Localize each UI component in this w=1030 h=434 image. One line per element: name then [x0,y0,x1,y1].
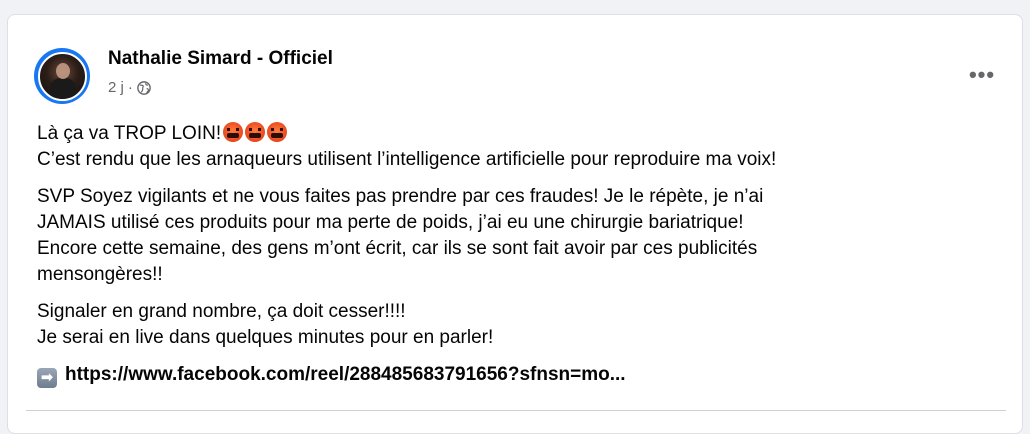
post-link[interactable]: https://www.facebook.com/reel/2884856837… [65,364,626,385]
paragraph-3: Signaler en grand nombre, ça doit cesser… [37,299,1007,351]
text-line: C’est rendu que les arnaqueurs utilisent… [37,149,777,170]
post-card: Nathalie Simard - Officiel 2 j · ••• Là … [7,14,1023,434]
text-line: mensongères!! [37,264,163,285]
paragraph-1: Là ça va TROP LOIN! C’est rendu que les … [37,121,1007,173]
enraged-face-icon [245,122,266,142]
text-line: Là ça va TROP LOIN! [37,123,222,144]
paragraph-2: SVP Soyez vigilants et ne vous faites pa… [37,184,1007,288]
post-body: Là ça va TROP LOIN! C’est rendu que les … [37,121,1007,399]
link-paragraph: ➡ https://www.facebook.com/reel/288485683… [37,362,1007,388]
avatar-image [37,51,87,101]
enraged-face-icon [223,122,244,142]
globe-icon[interactable] [137,80,151,95]
post-meta: 2 j · [108,79,151,96]
post-author-name[interactable]: Nathalie Simard - Officiel [108,48,333,70]
avatar[interactable] [34,48,90,104]
text-line: Je serai en live dans quelques minutes p… [37,327,494,348]
right-arrow-icon: ➡ [37,368,57,388]
text-line: Signaler en grand nombre, ça doit cesser… [37,301,406,322]
more-options-icon[interactable]: ••• [966,59,998,91]
text-line: Encore cette semaine, des gens m’ont écr… [37,238,758,259]
text-line: JAMAIS utilisé ces produits pour ma pert… [37,212,744,233]
text-line: SVP Soyez vigilants et ne vous faites pa… [37,186,764,207]
enraged-face-icon [267,122,288,142]
divider [26,410,1006,411]
post-timestamp[interactable]: 2 j [108,79,124,96]
meta-separator: · [127,79,133,96]
